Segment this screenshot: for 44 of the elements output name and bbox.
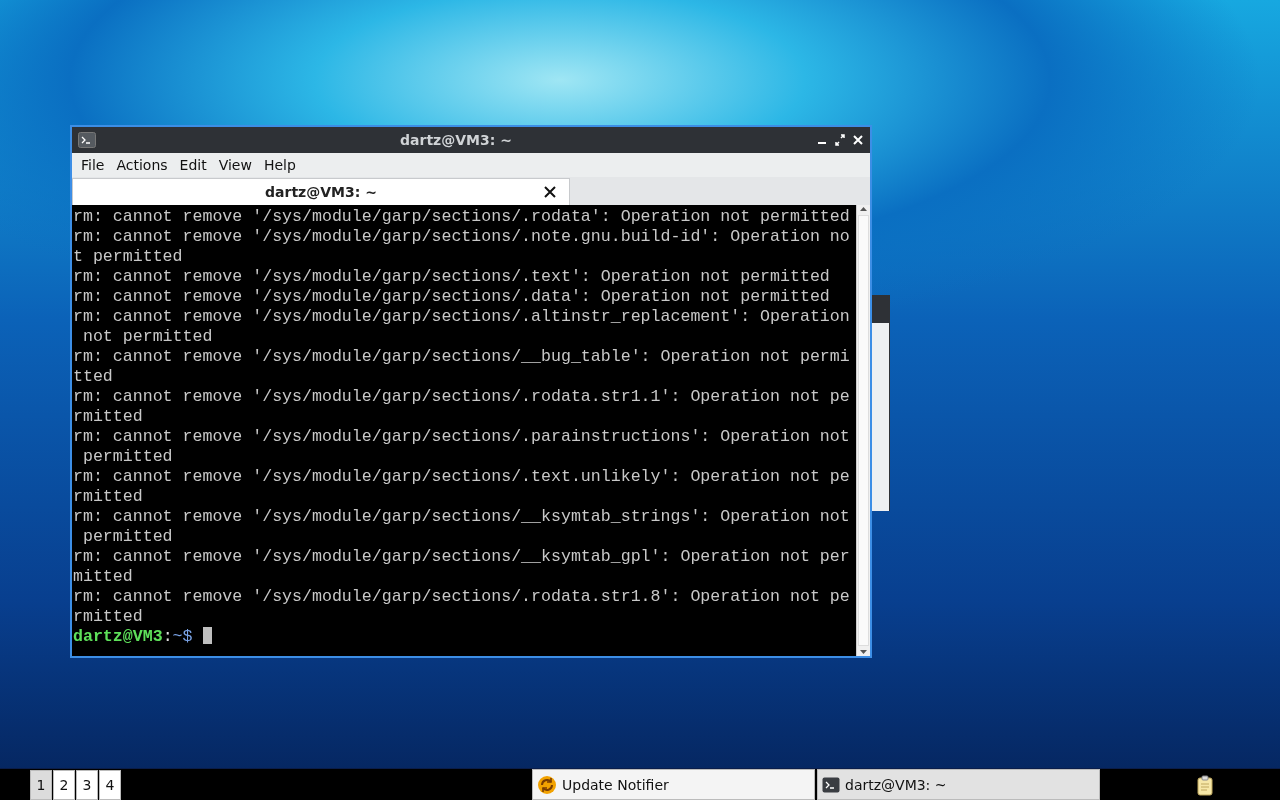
terminal-output-line: rm: cannot remove '/sys/module/garp/sections/__ksymtab_strings': Operation not (73, 507, 851, 527)
terminal-output-line: rmitted (73, 407, 144, 427)
refresh-icon (537, 774, 557, 795)
maximize-icon[interactable] (834, 132, 846, 148)
menu-item[interactable]: Actions (111, 157, 173, 173)
scrollbar[interactable] (856, 205, 870, 656)
terminal-output-line: rm: cannot remove '/sys/module/garp/sections/.note.gnu.build-id': Operation no (73, 227, 851, 247)
terminal-output-line: rm: cannot remove '/sys/module/garp/sections/__ksymtab_gpl': Operation not per (73, 547, 851, 567)
menu-item[interactable]: File (76, 157, 110, 173)
workspace-button[interactable]: 4 (99, 769, 121, 800)
terminal-output-line: rmitted (73, 487, 144, 507)
menu-item[interactable]: Edit (174, 157, 212, 173)
scroll-down-icon[interactable] (859, 648, 868, 656)
workspace-button[interactable]: 2 (53, 769, 75, 800)
workspace-button[interactable]: 3 (76, 769, 98, 800)
terminal-output-line: rm: cannot remove '/sys/module/garp/sections/.parainstructions': Operation not (73, 427, 851, 447)
taskbar-button[interactable]: Update Notifier (532, 769, 815, 800)
terminal-output-line: mitted (73, 567, 134, 587)
window-title: dartz@VM3: ~ (399, 132, 513, 148)
clipboard-icon[interactable] (1195, 774, 1215, 796)
terminal-output-line: rm: cannot remove '/sys/module/garp/sections/.text': Operation not permitted (73, 267, 831, 287)
terminal-output-line: rm: cannot remove '/sys/module/garp/sections/.rodata.str1.1': Operation not pe (73, 387, 851, 407)
terminal-icon (78, 132, 96, 148)
terminal-output-line: permitted (81, 527, 174, 547)
terminal-output-line: rm: cannot remove '/sys/module/garp/sections/.rodata.str1.8': Operation not pe (73, 587, 851, 607)
taskbar-button[interactable]: dartz@VM3: ~ (817, 769, 1100, 800)
workspace-button[interactable]: 1 (30, 769, 52, 800)
terminal-output-line: rm: cannot remove '/sys/module/garp/sections/.data': Operation not permitted (73, 287, 831, 307)
terminal-output-line: rm: cannot remove '/sys/module/garp/sections/.altinstr_replacement': Operation (73, 307, 851, 327)
terminal-output-line: rm: cannot remove '/sys/module/garp/sections/.rodata': Operation not permitted (73, 207, 851, 227)
close-tab-icon[interactable] (543, 185, 557, 199)
terminal-output-line: not permitted (81, 327, 214, 347)
menu-item[interactable]: Help (258, 157, 301, 173)
shell-prompt: dartz@VM3:~$ (73, 627, 193, 646)
terminal-output-line: permitted (81, 447, 174, 467)
terminal-output-line: tted (73, 367, 114, 387)
text-cursor (202, 627, 212, 644)
terminal-icon (822, 776, 840, 793)
terminal-output-line: rm: cannot remove '/sys/module/garp/sections/__bug_table': Operation not permi (73, 347, 851, 367)
terminal-output-line: rm: cannot remove '/sys/module/garp/sections/.text.unlikely': Operation not pe (73, 467, 851, 487)
tab[interactable]: dartz@VM3: ~ (72, 178, 570, 205)
menu-item[interactable]: View (213, 157, 257, 173)
terminal-output-line: t permitted (73, 247, 184, 267)
terminal-output-line: rmitted (73, 607, 144, 627)
